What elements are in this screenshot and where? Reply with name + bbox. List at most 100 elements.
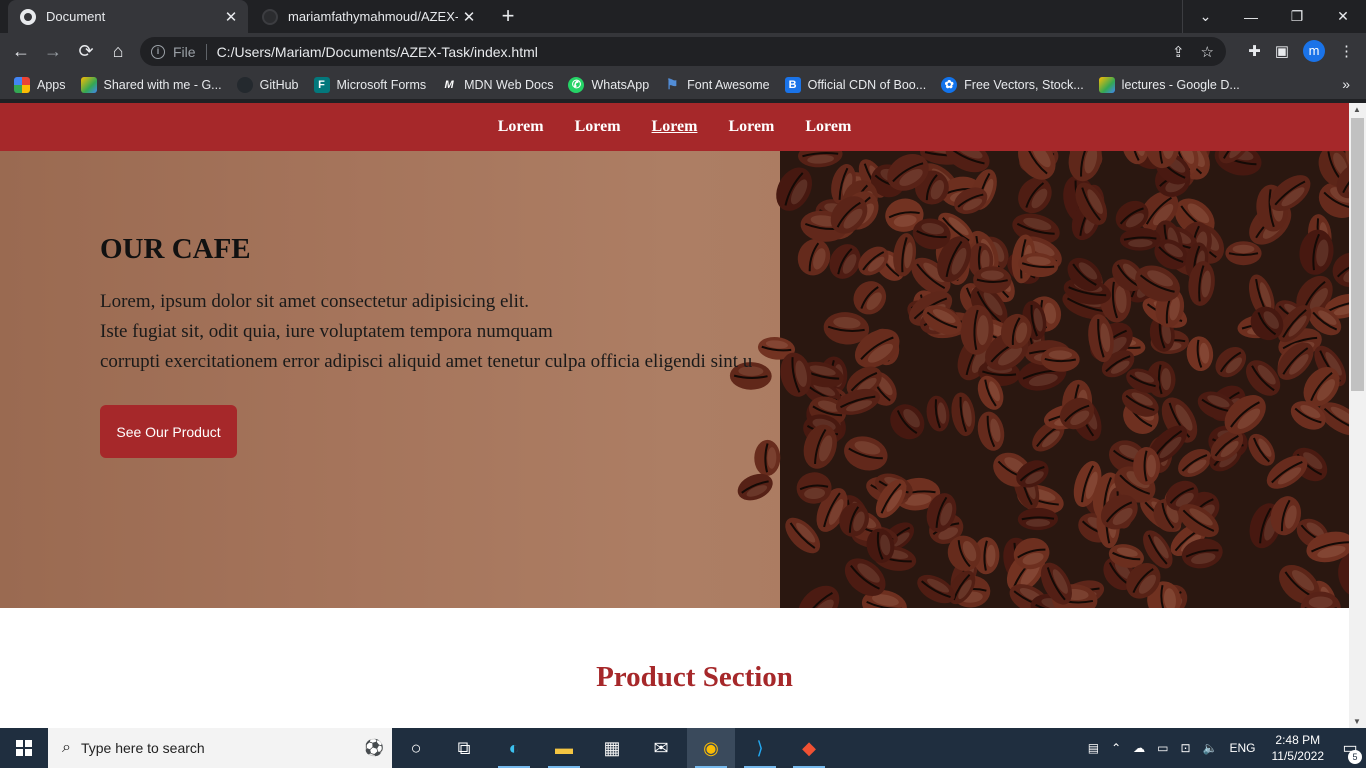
section-title: Product Section <box>596 661 793 693</box>
more-bookmarks-icon[interactable]: » <box>1342 76 1350 92</box>
profile-avatar[interactable]: m <box>1303 40 1325 62</box>
bookmark-lectures[interactable]: lectures - Google D... <box>1098 76 1240 93</box>
back-arrow-icon[interactable]: ← <box>10 41 32 63</box>
bookmarks-bar: Apps Shared with me - G... GitHub F Micr… <box>0 70 1366 99</box>
bookmark-label: Shared with me - G... <box>103 77 222 92</box>
bookmark-font-awesome[interactable]: ⚑ Font Awesome <box>664 76 770 93</box>
vscode-icon[interactable]: ⟩ <box>736 728 784 768</box>
google-drive-icon <box>80 76 97 93</box>
whatsapp-icon: ✆ <box>568 76 585 93</box>
menu-icon[interactable]: ⋮ <box>1339 42 1354 60</box>
close-tab-icon[interactable]: ✕ <box>220 8 242 26</box>
side-panel-icon[interactable]: ▣ <box>1275 42 1289 60</box>
chrome-icon[interactable]: ◉ <box>687 728 735 768</box>
github-icon <box>262 8 278 25</box>
address-bar[interactable]: i File C:/Users/Mariam/Documents/AZEX-Ta… <box>140 37 1226 66</box>
hero-text: Lorem, ipsum dolor sit amet consectetur … <box>100 287 752 377</box>
edge-icon[interactable]: ◐ <box>490 728 538 768</box>
url-text[interactable]: C:/Users/Mariam/Documents/AZEX-Task/inde… <box>217 44 538 60</box>
system-tray: ▤ ⌃ ☁ ▭ ⊡ 🔈 ENG 2:48 PM 11/5/2022 ▭ 5 <box>1082 728 1366 768</box>
browser-titlebar: Document ✕ mariamfathymahmoud/AZEX-Tas ✕… <box>0 0 1366 33</box>
mdn-icon: M <box>441 76 458 93</box>
hero-section: OUR CAFE Lorem, ipsum dolor sit amet con… <box>0 151 1349 608</box>
tab-document[interactable]: Document ✕ <box>8 0 248 33</box>
nav-link-active[interactable]: Lorem <box>652 118 698 136</box>
microsoft-store-icon[interactable]: ▦ <box>588 728 636 768</box>
notification-center-icon[interactable]: ▭ 5 <box>1334 738 1366 764</box>
extensions-icon[interactable]: ✚ <box>1248 42 1261 60</box>
hero-text-line: Iste fugiat sit, odit quia, iure volupta… <box>100 321 553 342</box>
nav-link[interactable]: Lorem <box>728 118 774 136</box>
share-icon[interactable]: ⇪ <box>1172 43 1185 61</box>
google-drive-icon <box>1098 76 1115 93</box>
clock[interactable]: 2:48 PM 11/5/2022 <box>1272 732 1325 764</box>
bookmark-mdn[interactable]: M MDN Web Docs <box>441 76 554 93</box>
windows-icon <box>16 740 32 756</box>
taskbar-search[interactable]: ⌕ Type here to search ⚽ <box>48 728 392 768</box>
bookmark-github[interactable]: GitHub <box>236 76 299 93</box>
file-explorer-icon[interactable]: ▬ <box>540 728 588 768</box>
cortana-icon[interactable]: ○ <box>392 728 440 768</box>
windows-taskbar: ⌕ Type here to search ⚽ ○ ⧉ ◐ ▬ ▦ ✉ ◉ ⟩ … <box>0 728 1366 768</box>
new-tab-button[interactable]: + <box>496 5 520 29</box>
tab-title: Document <box>46 9 106 24</box>
bookmark-label: Apps <box>37 77 66 92</box>
tab-title: mariamfathymahmoud/AZEX-Tas <box>288 9 458 24</box>
coffee-beans-image <box>729 151 1349 608</box>
hero-text-line: Lorem, ipsum dolor sit amet consectetur … <box>100 291 529 312</box>
language-indicator[interactable]: ENG <box>1229 741 1255 755</box>
close-tab-icon[interactable]: ✕ <box>458 8 480 26</box>
cloud-icon[interactable]: ☁ <box>1133 741 1145 755</box>
browser-toolbar: ← → ⟳ ⌂ i File C:/Users/Mariam/Documents… <box>0 33 1366 70</box>
forward-arrow-icon[interactable]: → <box>42 41 64 63</box>
mail-icon[interactable]: ✉ <box>637 728 685 768</box>
task-view-icon[interactable]: ⧉ <box>440 728 488 768</box>
divider <box>205 43 207 60</box>
tab-github[interactable]: mariamfathymahmoud/AZEX-Tas ✕ <box>252 0 486 33</box>
github-icon <box>236 76 253 93</box>
restore-button[interactable]: ❐ <box>1274 0 1320 33</box>
reload-icon[interactable]: ⟳ <box>75 41 97 63</box>
site-navbar: Lorem Lorem Lorem Lorem Lorem <box>0 103 1349 151</box>
see-our-product-button[interactable]: See Our Product <box>100 405 237 458</box>
scrollbar-thumb[interactable] <box>1351 118 1364 391</box>
bookmark-label: Official CDN of Boo... <box>807 77 927 92</box>
bookmark-freepik[interactable]: ✿ Free Vectors, Stock... <box>941 76 1084 93</box>
bookmark-label: MDN Web Docs <box>464 77 554 92</box>
scheme-label: File <box>173 43 196 60</box>
network-icon[interactable]: ⊡ <box>1180 741 1190 755</box>
info-icon[interactable]: i <box>151 44 165 59</box>
nav-link[interactable]: Lorem <box>805 118 851 136</box>
volume-icon[interactable]: 🔈 <box>1203 741 1218 755</box>
hero-title: OUR CAFE <box>100 233 251 265</box>
globe-icon <box>20 8 36 25</box>
notification-badge: 5 <box>1348 750 1362 764</box>
scroll-up-icon[interactable]: ▲ <box>1353 105 1361 114</box>
scroll-down-icon[interactable]: ▼ <box>1353 717 1361 726</box>
minimize-button[interactable]: — <box>1228 0 1274 33</box>
nav-link[interactable]: Lorem <box>498 118 544 136</box>
bookmark-google-drive[interactable]: Shared with me - G... <box>80 76 222 93</box>
news-widget-icon[interactable]: ▤ <box>1088 741 1099 755</box>
search-icon: ⌕ <box>62 739 71 756</box>
battery-icon[interactable]: ▭ <box>1157 741 1168 755</box>
bookmark-microsoft-forms[interactable]: F Microsoft Forms <box>313 76 426 93</box>
start-button[interactable] <box>0 728 48 768</box>
window-controls: ⌄ — ❐ ✕ <box>1182 0 1366 33</box>
bookmark-bootstrap-cdn[interactable]: B Official CDN of Boo... <box>784 76 927 93</box>
close-window-button[interactable]: ✕ <box>1320 0 1366 33</box>
git-icon[interactable]: ◆ <box>785 728 833 768</box>
home-icon[interactable]: ⌂ <box>107 41 129 63</box>
page-viewport: Lorem Lorem Lorem Lorem Lorem OUR CAFE L… <box>0 103 1349 728</box>
bookmark-apps[interactable]: Apps <box>14 76 66 93</box>
page-scrollbar[interactable]: ▲ ▼ <box>1349 103 1366 728</box>
nav-link[interactable]: Lorem <box>575 118 621 136</box>
tab-search-icon[interactable]: ⌄ <box>1182 0 1228 33</box>
chevron-up-icon[interactable]: ⌃ <box>1111 741 1121 755</box>
apps-grid-icon <box>14 76 30 93</box>
bookmark-whatsapp[interactable]: ✆ WhatsApp <box>568 76 649 93</box>
bookmark-label: Font Awesome <box>687 77 770 92</box>
search-placeholder: Type here to search <box>80 740 205 756</box>
bookmark-star-icon[interactable]: ☆ <box>1201 43 1214 61</box>
bookmark-label: Free Vectors, Stock... <box>964 77 1084 92</box>
